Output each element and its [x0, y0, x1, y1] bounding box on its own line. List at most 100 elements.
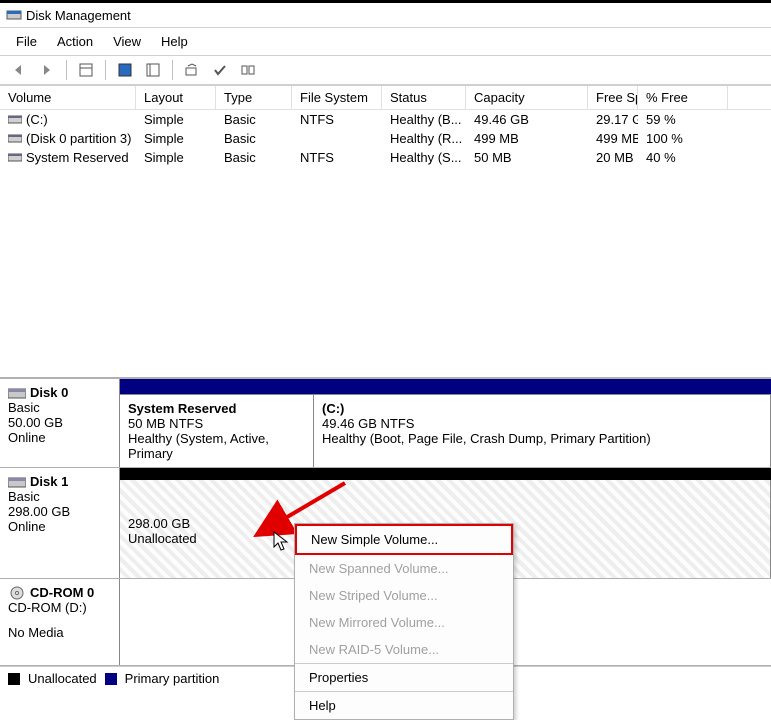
vol-layout: Simple — [136, 148, 216, 167]
col-volume[interactable]: Volume — [0, 86, 136, 109]
legend-unallocated: Unallocated — [28, 671, 97, 686]
toolbar-btn-4[interactable] — [179, 58, 205, 82]
primary-partition-stripe — [120, 379, 771, 395]
title-bar: Disk Management — [0, 3, 771, 28]
menu-action[interactable]: Action — [47, 30, 103, 53]
cdrom-media: No Media — [8, 625, 111, 640]
disk1-type: Basic — [8, 489, 111, 504]
vol-free: 499 MB — [588, 129, 638, 148]
window-title: Disk Management — [26, 8, 131, 23]
part-title: (C:) — [322, 401, 762, 416]
volume-row[interactable]: (Disk 0 partition 3) Simple Basic Health… — [0, 129, 771, 148]
vol-fs: NTFS — [292, 110, 382, 129]
col-filesystem[interactable]: File System — [292, 86, 382, 109]
vol-cap: 49.46 GB — [466, 110, 588, 129]
disk0-type: Basic — [8, 400, 111, 415]
cdrom-info[interactable]: CD-ROM 0 CD-ROM (D:) No Media — [0, 579, 120, 665]
cdrom-letter: CD-ROM (D:) — [8, 600, 111, 615]
vol-type: Basic — [216, 129, 292, 148]
menu-help[interactable]: Help — [151, 30, 198, 53]
vol-layout: Simple — [136, 110, 216, 129]
cdrom-name: CD-ROM 0 — [30, 585, 94, 600]
disk0-size: 50.00 GB — [8, 415, 111, 430]
unallocated-stripe — [120, 468, 771, 480]
disk1-name: Disk 1 — [30, 474, 68, 489]
toolbar-btn-5[interactable] — [207, 58, 233, 82]
volume-row[interactable]: System Reserved Simple Basic NTFS Health… — [0, 148, 771, 167]
disk1-size: 298.00 GB — [8, 504, 111, 519]
menu-new-mirrored-volume: New Mirrored Volume... — [295, 609, 513, 636]
context-menu: New Simple Volume... New Spanned Volume.… — [294, 523, 514, 720]
menu-properties[interactable]: Properties — [295, 664, 513, 691]
col-layout[interactable]: Layout — [136, 86, 216, 109]
cdrom-icon — [8, 586, 26, 600]
disk0-partitions: System Reserved 50 MB NTFS Healthy (Syst… — [120, 379, 771, 467]
toolbar-btn-3[interactable] — [140, 58, 166, 82]
col-type[interactable]: Type — [216, 86, 292, 109]
app-icon — [6, 7, 22, 23]
forward-button[interactable] — [34, 58, 60, 82]
vol-name: System Reserved — [26, 150, 129, 165]
part-size: 49.46 GB NTFS — [322, 416, 762, 431]
menu-new-raid5-volume: New RAID-5 Volume... — [295, 636, 513, 663]
vol-pct: 59 % — [638, 110, 728, 129]
vol-cap: 499 MB — [466, 129, 588, 148]
vol-name: (Disk 0 partition 3) — [26, 131, 131, 146]
vol-type: Basic — [216, 110, 292, 129]
vol-status: Healthy (R... — [382, 129, 466, 148]
col-percent[interactable]: % Free — [638, 86, 728, 109]
menu-new-spanned-volume: New Spanned Volume... — [295, 555, 513, 582]
disk-row-disk0: Disk 0 Basic 50.00 GB Online System Rese… — [0, 379, 771, 468]
vol-status: Healthy (B... — [382, 110, 466, 129]
vol-fs: NTFS — [292, 148, 382, 167]
part-size: 50 MB NTFS — [128, 416, 305, 431]
col-free[interactable]: Free Sp... — [588, 86, 638, 109]
menu-new-striped-volume: New Striped Volume... — [295, 582, 513, 609]
volumes-empty-area — [0, 167, 771, 377]
vol-cap: 50 MB — [466, 148, 588, 167]
toolbar-btn-6[interactable] — [235, 58, 261, 82]
part-status: Healthy (System, Active, Primary — [128, 431, 305, 461]
partition-c[interactable]: (C:) 49.46 GB NTFS Healthy (Boot, Page F… — [314, 395, 771, 467]
vol-pct: 40 % — [638, 148, 728, 167]
volumes-table: Volume Layout Type File System Status Ca… — [0, 85, 771, 377]
part-status: Healthy (Boot, Page File, Crash Dump, Pr… — [322, 431, 762, 446]
partition-system-reserved[interactable]: System Reserved 50 MB NTFS Healthy (Syst… — [120, 395, 314, 467]
volume-row[interactable]: (C:) Simple Basic NTFS Healthy (B... 49.… — [0, 110, 771, 129]
col-capacity[interactable]: Capacity — [466, 86, 588, 109]
volume-icon — [8, 152, 22, 163]
disk-icon — [8, 475, 26, 489]
disk0-name: Disk 0 — [30, 385, 68, 400]
legend-swatch-unallocated — [8, 673, 20, 685]
legend-primary: Primary partition — [125, 671, 220, 686]
volumes-header-row: Volume Layout Type File System Status Ca… — [0, 86, 771, 110]
menu-view[interactable]: View — [103, 30, 151, 53]
vol-name: (C:) — [26, 112, 48, 127]
toolbar — [0, 56, 771, 85]
toolbar-btn-2[interactable] — [112, 58, 138, 82]
vol-status: Healthy (S... — [382, 148, 466, 167]
menu-bar: File Action View Help — [0, 28, 771, 56]
toolbar-separator — [172, 60, 173, 80]
menu-file[interactable]: File — [6, 30, 47, 53]
toolbar-btn-1[interactable] — [73, 58, 99, 82]
vol-pct: 100 % — [638, 129, 728, 148]
col-status[interactable]: Status — [382, 86, 466, 109]
disk0-state: Online — [8, 430, 111, 445]
vol-fs — [292, 129, 382, 148]
vol-layout: Simple — [136, 129, 216, 148]
disk1-info[interactable]: Disk 1 Basic 298.00 GB Online — [0, 468, 120, 578]
toolbar-separator — [66, 60, 67, 80]
disk0-info[interactable]: Disk 0 Basic 50.00 GB Online — [0, 379, 120, 467]
toolbar-separator — [105, 60, 106, 80]
part-title: System Reserved — [128, 401, 305, 416]
vol-free: 29.17 GB — [588, 110, 638, 129]
back-button[interactable] — [6, 58, 32, 82]
disk-icon — [8, 386, 26, 400]
volume-icon — [8, 114, 22, 125]
vol-free: 20 MB — [588, 148, 638, 167]
volume-icon — [8, 133, 22, 144]
menu-new-simple-volume[interactable]: New Simple Volume... — [295, 524, 513, 555]
vol-type: Basic — [216, 148, 292, 167]
disk1-state: Online — [8, 519, 111, 534]
